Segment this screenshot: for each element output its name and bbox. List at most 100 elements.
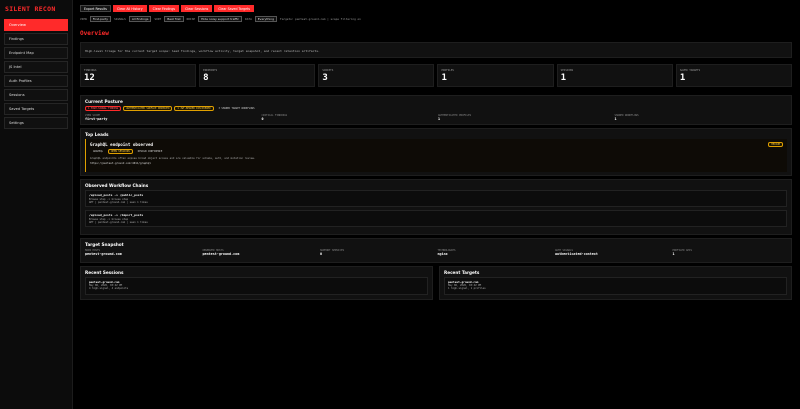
session-summary: 4 high-signal, 4 endpoints: [89, 287, 129, 291]
field-value: authenticated-context: [555, 252, 598, 256]
metric-label: SAVED TARGETS: [679, 69, 701, 72]
metrics-grid: FINDINGS 12 ENDPOINTS 8 SCRIPTS 3 PROFIL…: [80, 64, 792, 87]
field-value: 1: [614, 117, 617, 121]
main-panel: Export Results Clear All History Clear F…: [73, 0, 800, 409]
posture-field: VIEW SCOPE first-party: [85, 114, 258, 121]
metric-endpoints: ENDPOINTS 8: [199, 64, 316, 87]
current-posture-section: Current Posture 1 HIGH-SIGNAL FINDING AU…: [80, 95, 792, 125]
sidebar-item-endpoint-map[interactable]: Endpoint Map: [4, 47, 68, 59]
metric-profiles: PROFILES 1: [437, 64, 554, 87]
lead-item[interactable]: GraphQL endpoint observed MEDIUM GRAPHQL…: [85, 139, 787, 172]
snapshot-field: TECHNOLOGIES nginx: [438, 249, 553, 256]
sidebar: SILENT RECON Overview Findings Endpoint …: [0, 0, 73, 409]
metric-value: 12: [84, 73, 95, 83]
filter-bar: VIEW First-party SIGNALS All findings SO…: [80, 15, 792, 23]
metric-label: SESSIONS: [560, 69, 574, 72]
chain-title: /upload_posts -> /public_posts: [89, 193, 144, 197]
lead-description: GraphQL endpoints often expose broad obj…: [90, 157, 256, 160]
sort-label: SORT: [154, 17, 162, 21]
sidebar-item-js-intel[interactable]: JS Intel: [4, 61, 68, 73]
chain-title: /upload_posts -> /import_posts: [89, 213, 144, 217]
metric-value: 1: [560, 73, 567, 83]
workflow-chain[interactable]: /upload_posts -> /public_posts Browse st…: [85, 190, 787, 207]
posture-field: SHARED WORKFLOWS 1: [615, 114, 788, 121]
signals-select[interactable]: All findings: [128, 16, 152, 22]
metric-value: 1: [441, 73, 447, 83]
target-snapshot-section: Target Snapshot MAIN HOSTS pentest-groun…: [80, 238, 792, 263]
clear-sessions-button[interactable]: Clear Sessions: [181, 5, 213, 12]
field-value: 0: [320, 252, 323, 256]
metric-findings: FINDINGS 12: [80, 64, 197, 87]
lead-title: GraphQL endpoint observed: [90, 142, 154, 147]
lead-tags: GRAPHQL OPEN SESSIONS DESIGN CONFIDENCE: [90, 149, 783, 154]
section-title: Top Leads: [85, 132, 109, 137]
data-select[interactable]: Everything: [254, 16, 278, 22]
data-label: DATA: [245, 17, 252, 21]
snapshot-field: OBSERVED HOSTS pentest-ground.com: [203, 249, 318, 256]
top-leads-section: Top Leads GraphQL endpoint observed MEDI…: [80, 128, 792, 176]
metric-label: SCRIPTS: [322, 69, 334, 72]
metric-saved-targets: SAVED TARGETS 1: [675, 64, 792, 87]
overview-description: High-level triage for the current target…: [80, 42, 792, 58]
clear-history-button[interactable]: Clear All History: [112, 5, 147, 12]
sidebar-item-saved-targets[interactable]: Saved Targets: [4, 103, 68, 115]
posture-field: CRITICAL FINDINGS 0: [262, 114, 435, 121]
brand-logo: SILENT RECON: [5, 5, 56, 13]
section-title: Observed Workflow Chains: [85, 183, 149, 188]
lead-tag: GRAPHQL: [93, 150, 104, 153]
section-title: Target Snapshot: [85, 242, 124, 247]
metric-label: ENDPOINTS: [203, 69, 218, 72]
status-badge: AUTHENTICATED SURFACE OBSERVED: [123, 106, 173, 111]
lead-tag: OPEN SESSIONS: [108, 149, 133, 154]
section-title: Recent Targets: [444, 270, 480, 275]
metric-sessions: SESSIONS 1: [556, 64, 673, 87]
signals-label: SIGNALS: [114, 17, 126, 21]
target-item[interactable]: pentest-ground.com May 06, 2026, 03:42 P…: [444, 277, 787, 295]
field-value: 1: [672, 252, 675, 256]
field-value: first-party: [85, 117, 108, 121]
sidebar-item-auth-profiles[interactable]: Auth Profiles: [4, 75, 68, 87]
metric-value: 3: [322, 73, 328, 83]
posture-badges: 1 HIGH-SIGNAL FINDING AUTHENTICATED SURF…: [85, 106, 787, 111]
noise-select[interactable]: Hide noisy support traffic: [198, 16, 243, 22]
field-value: nginx: [437, 252, 448, 256]
sort-select[interactable]: Best first: [164, 16, 184, 22]
sidebar-item-settings[interactable]: Settings: [4, 117, 68, 129]
lead-tag: DESIGN CONFIDENCE: [137, 150, 163, 153]
snapshot-fields: MAIN HOSTS pentest-ground.com OBSERVED H…: [85, 249, 787, 256]
metric-value: 1: [679, 73, 686, 83]
field-value: 1: [438, 117, 441, 121]
status-badge: 1 HIGH-SIGNAL FINDING: [85, 106, 122, 111]
recent-sessions-section: Recent Sessions pentest-ground.com May 0…: [80, 266, 433, 300]
export-results-button[interactable]: Export Results: [80, 5, 111, 12]
snapshot-field: MAIN HOSTS pentest-ground.com: [85, 249, 200, 256]
toolbar: Export Results Clear All History Clear F…: [80, 5, 792, 13]
workflow-chains-section: Observed Workflow Chains /upload_posts -…: [80, 179, 792, 235]
clear-findings-button[interactable]: Clear Findings: [148, 5, 180, 12]
severity-badge: MEDIUM: [768, 142, 783, 147]
chain-detail: GET | pentest-ground.com | seen 1 times: [89, 201, 148, 205]
metric-label: FINDINGS: [84, 69, 97, 72]
clear-targets-button[interactable]: Clear Saved Targets: [214, 5, 255, 12]
view-select[interactable]: First-party: [89, 16, 112, 22]
snapshot-field: AUTH SIGNALS authenticated-context: [555, 249, 670, 256]
posture-field: AUTHENTICATED PROFILES 1: [438, 114, 611, 121]
sidebar-item-sessions[interactable]: Sessions: [4, 89, 68, 101]
snapshot-field: SUPPORT SERVICES 0: [320, 249, 435, 256]
status-badge: 3 SHARED TARGET WORKFLOWS: [218, 107, 255, 110]
posture-fields: VIEW SCOPE first-party CRITICAL FINDINGS…: [85, 114, 787, 121]
noise-label: NOISE: [186, 17, 196, 21]
session-item[interactable]: pentest-ground.com May 06, 2026, 03:42 P…: [85, 277, 428, 295]
metric-scripts: SCRIPTS 3: [318, 64, 435, 87]
section-title: Recent Sessions: [85, 270, 124, 275]
field-value: pentest-ground.com: [85, 252, 122, 256]
page-title: Overview: [80, 30, 109, 37]
target-summary: 1 high-signal, 1 profiles: [448, 287, 486, 291]
workflow-chain[interactable]: /upload_posts -> /import_posts Browse st…: [85, 210, 787, 227]
lead-url[interactable]: https://pentest-ground.com:4011/graphql: [90, 162, 783, 165]
sidebar-item-findings[interactable]: Findings: [4, 33, 68, 45]
status-badge: 1 JWT-BEARER DISCOVERED: [174, 106, 214, 111]
metric-label: PROFILES: [441, 69, 454, 72]
view-label: VIEW: [80, 17, 87, 21]
sidebar-item-overview[interactable]: Overview: [4, 19, 68, 31]
